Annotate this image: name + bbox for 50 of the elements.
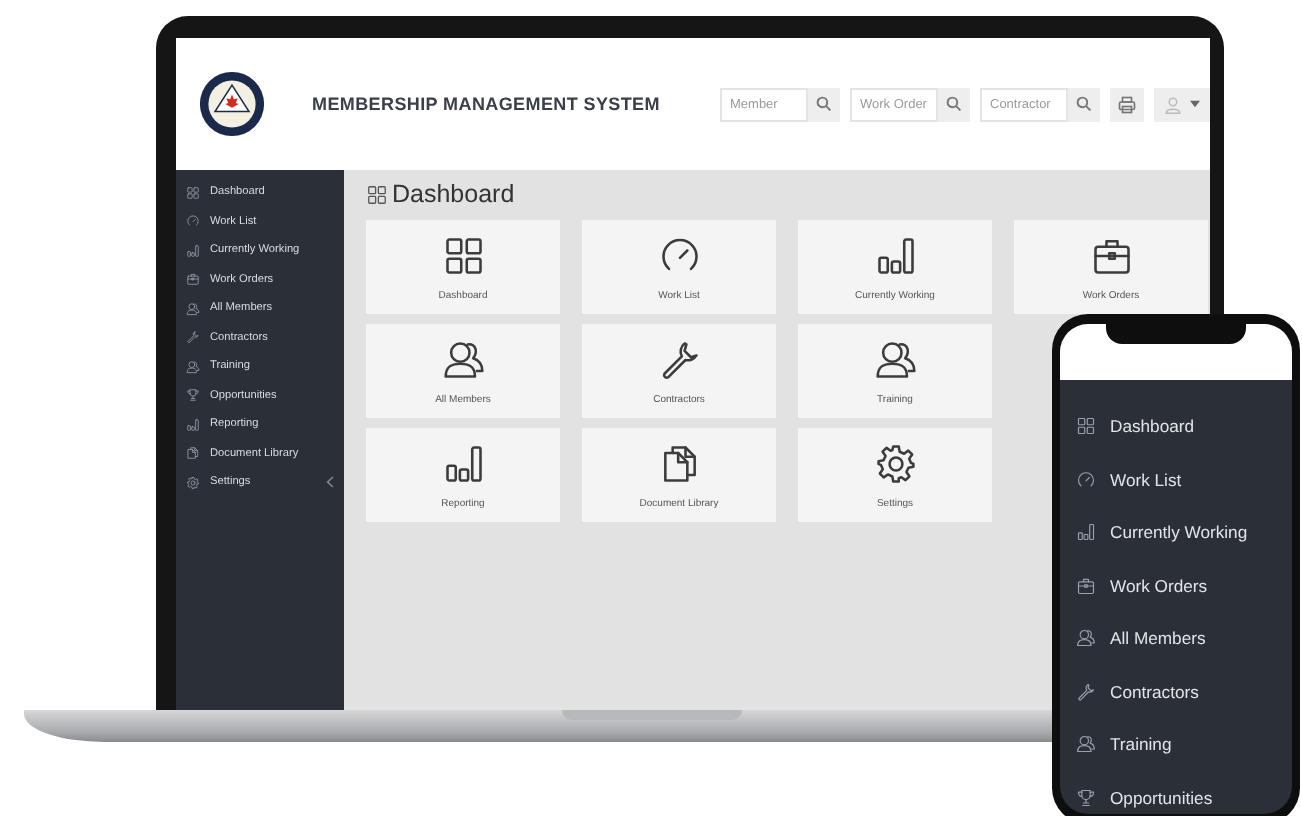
- grid-icon: [1076, 416, 1096, 437]
- menu-item[interactable]: All Members: [1060, 612, 1292, 665]
- briefcase-icon: [1076, 575, 1096, 596]
- user-icon: [1164, 95, 1182, 113]
- grid-icon: [186, 185, 200, 200]
- users-icon: [441, 337, 485, 381]
- trophy-icon: [186, 388, 200, 403]
- users-icon: [1076, 734, 1096, 755]
- wrench-icon: [1076, 681, 1096, 702]
- users-icon: [186, 301, 200, 316]
- chevron-icon: [326, 476, 334, 489]
- gauge-icon: [186, 214, 200, 229]
- search-icon: [816, 96, 832, 112]
- search-button[interactable]: [808, 87, 840, 121]
- search-icon: [1076, 96, 1092, 112]
- menu-item[interactable]: Work List: [1060, 453, 1292, 506]
- users-icon: [1076, 628, 1096, 649]
- logo-emblem: [198, 70, 266, 138]
- menu-item[interactable]: Opportunities: [1060, 771, 1292, 814]
- search-button[interactable]: [1068, 87, 1100, 121]
- users-icon: [873, 337, 917, 381]
- wrench-icon: [186, 330, 200, 345]
- bar-chart-icon: [1076, 522, 1096, 543]
- bar-chart-icon: [441, 441, 485, 485]
- trophy-icon: [1076, 787, 1096, 808]
- bar-chart-icon: [186, 243, 200, 258]
- settings-icon: [873, 441, 917, 485]
- gauge-icon: [1076, 469, 1096, 490]
- caret-icon: [1190, 100, 1200, 108]
- bar-chart-icon: [186, 417, 200, 432]
- printer-icon: [1118, 95, 1136, 113]
- search-button[interactable]: [938, 87, 970, 121]
- phone-notch: [1106, 324, 1246, 344]
- search-icon: [946, 96, 962, 112]
- bar-chart-icon: [873, 233, 917, 277]
- menu-item[interactable]: Dashboard: [1060, 400, 1292, 453]
- wrench-icon: [657, 337, 701, 381]
- menu-item[interactable]: Work Orders: [1060, 559, 1292, 612]
- page-title: Dashboard: [392, 180, 515, 208]
- app-title: MEMBERSHIP MANAGEMENT SYSTEM: [312, 94, 660, 114]
- users-icon: [186, 359, 200, 374]
- grid-icon: [441, 233, 485, 277]
- menu-item[interactable]: Currently Working: [1060, 506, 1292, 559]
- menu-item[interactable]: Training: [1060, 718, 1292, 771]
- settings-icon: [186, 475, 200, 490]
- menu-item[interactable]: Contractors: [1060, 665, 1292, 718]
- grid-icon: [366, 183, 388, 205]
- briefcase-icon: [186, 272, 200, 287]
- documents-icon: [186, 446, 200, 461]
- print-button[interactable]: [1110, 87, 1144, 121]
